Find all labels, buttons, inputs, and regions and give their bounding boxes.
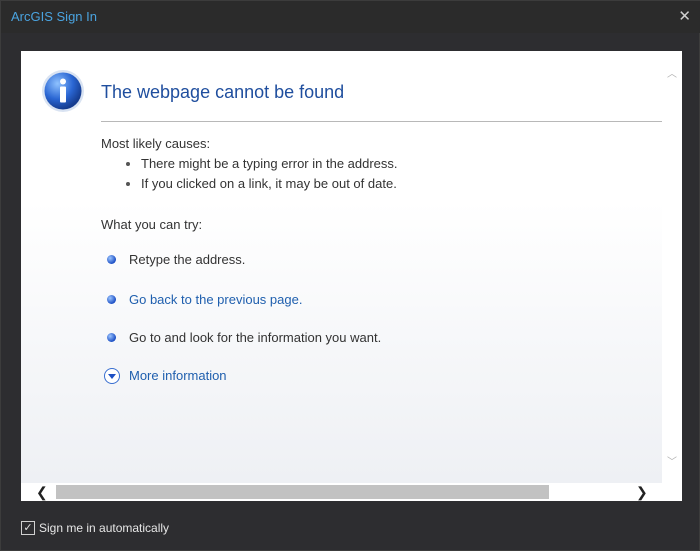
try-item-go-back: Go back to the previous page. — [107, 292, 302, 307]
cause-item: If you clicked on a link, it may be out … — [126, 176, 397, 191]
vertical-scrollbar[interactable]: ︿ ﹀ — [662, 51, 682, 483]
causes-label: Most likely causes: — [101, 136, 211, 151]
bullet-icon — [107, 295, 116, 304]
go-back-link[interactable]: Go back to the previous page. — [129, 292, 302, 307]
scroll-thumb[interactable] — [56, 485, 549, 499]
bullet-icon — [126, 162, 130, 166]
window-title: ArcGIS Sign In — [11, 9, 97, 24]
page-title: The webpage cannot be found — [101, 82, 345, 102]
try-label: What you can try: — [101, 217, 203, 232]
auto-signin-checkbox[interactable]: ✓ — [21, 521, 35, 535]
bullet-icon — [107, 333, 116, 342]
auto-signin-label[interactable]: Sign me in automatically — [39, 521, 169, 535]
try-item-go-to: Go to and look for the information you w… — [107, 330, 381, 345]
info-icon — [42, 70, 84, 112]
close-icon[interactable]: ✕ — [678, 7, 691, 25]
browser-content: The webpage cannot be found Most likely … — [21, 51, 682, 501]
title-bar: ArcGIS Sign In ✕ — [1, 1, 700, 33]
scroll-down-icon[interactable]: ﹀ — [667, 453, 677, 468]
scroll-up-icon[interactable]: ︿ — [667, 65, 677, 80]
scroll-right-icon[interactable]: ❯ — [636, 484, 648, 501]
bullet-icon — [107, 255, 116, 264]
try-item-retype: Retype the address. — [107, 252, 245, 267]
cause-item: There might be a typing error in the add… — [126, 156, 398, 171]
scroll-left-icon[interactable]: ❮ — [36, 484, 48, 501]
expand-icon[interactable] — [104, 368, 120, 384]
horizontal-scrollbar[interactable]: ❮ ❯ — [21, 483, 682, 501]
bullet-icon — [126, 182, 130, 186]
arcgis-sign-in-window: ArcGIS Sign In ✕ The webpage cannot be f… — [0, 0, 700, 551]
divider — [101, 121, 664, 122]
